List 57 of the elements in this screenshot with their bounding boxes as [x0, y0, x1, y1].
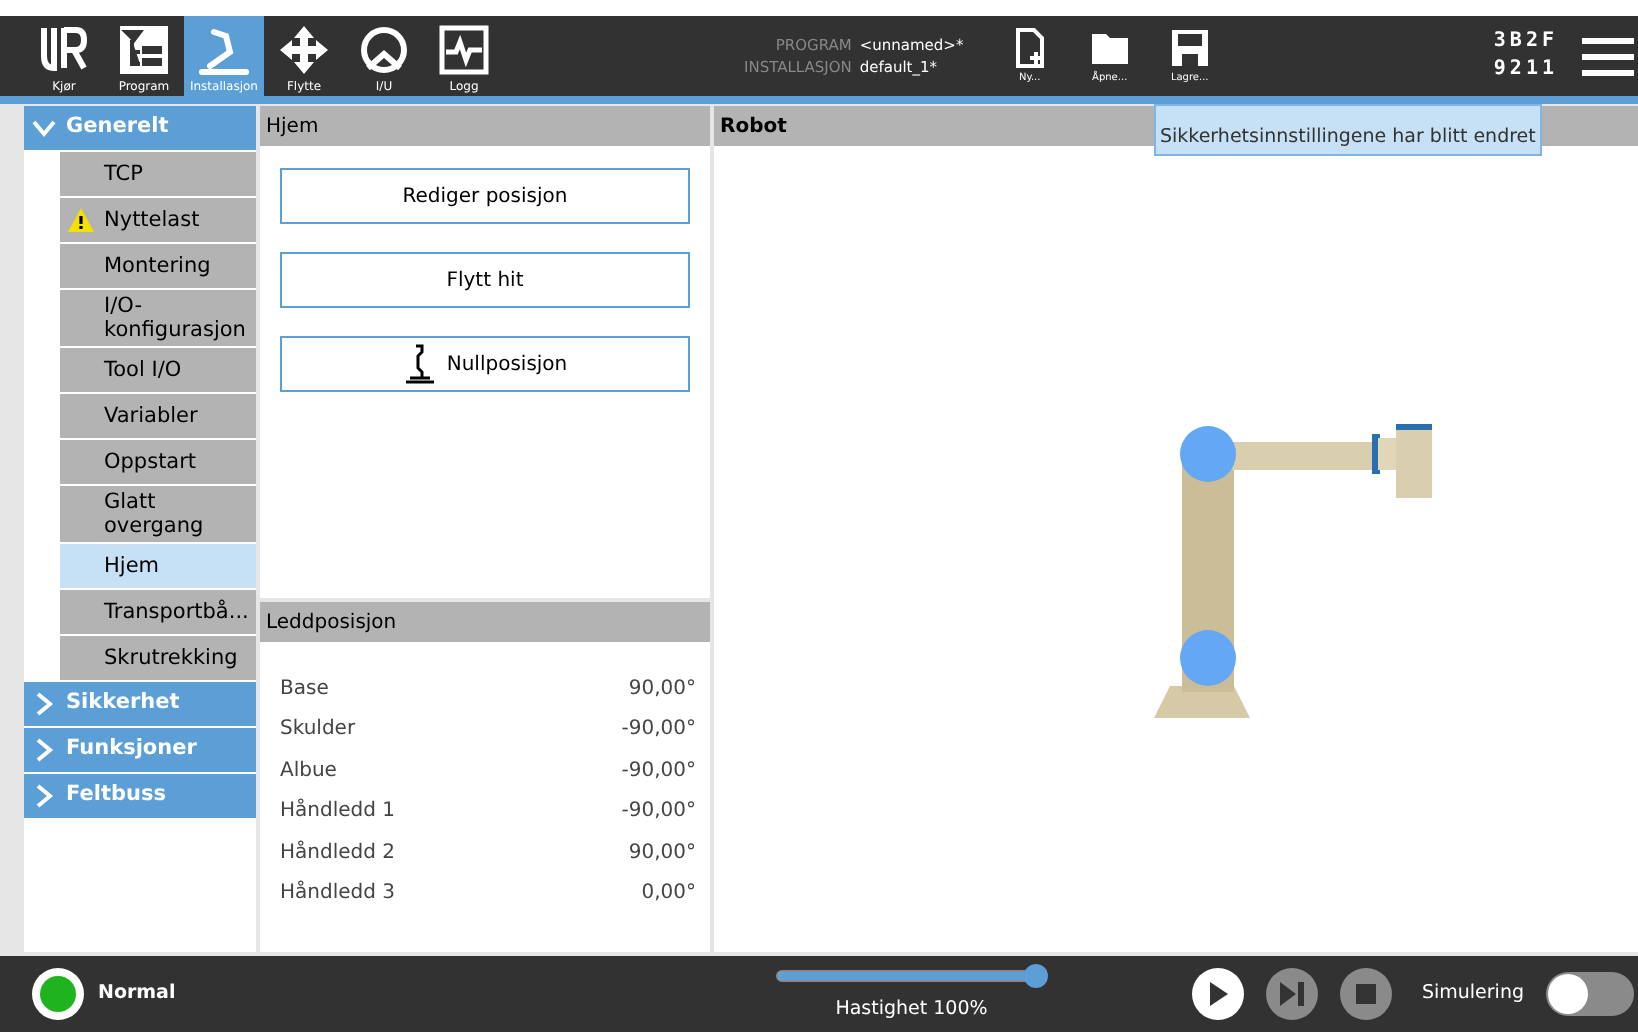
gauge-icon: [358, 24, 410, 76]
status-indicator-icon: [32, 968, 84, 1020]
nav-item[interactable]: Oppstart: [60, 440, 256, 484]
simulation-toggle[interactable]: [1546, 972, 1634, 1016]
serial-code: 9211: [1493, 56, 1558, 84]
nav-item[interactable]: Skrutrekking: [60, 636, 256, 680]
chevron-right-icon: [32, 692, 56, 716]
robot-home-icon: [402, 344, 439, 384]
stop-icon: [1355, 984, 1376, 1004]
slider-handle[interactable]: [1023, 963, 1048, 988]
action-button[interactable]: Nullposisjon: [280, 336, 690, 392]
panel-header: Leddposisjon: [260, 602, 710, 642]
move-arrows-icon: [278, 24, 330, 76]
simulation-label: Simulering: [1421, 979, 1524, 1008]
nav-item[interactable]: Hjem: [60, 544, 256, 588]
action-button[interactable]: Rediger posisjon: [280, 168, 690, 224]
joint-name: Skulder: [280, 716, 356, 745]
step-forward-icon: [1279, 982, 1304, 1006]
tooltip: Sikkerhetsinnstillingene har blitt endret: [1154, 104, 1542, 157]
joint-value: -90,00°: [621, 757, 696, 786]
speed-reading: Hastighet 100%: [835, 995, 988, 1024]
joint-value: -90,00°: [621, 798, 696, 827]
nav-item[interactable]: I/O- konfigurasjon: [60, 290, 256, 346]
play-button[interactable]: [1191, 968, 1244, 1020]
nav-item[interactable]: Glatt overgang: [60, 486, 256, 542]
joint-value: 90,00°: [628, 839, 696, 868]
joint-name: Håndledd 1: [280, 796, 395, 827]
speed-slider[interactable]: [775, 963, 1048, 988]
action-button[interactable]: Flytt hit: [280, 252, 690, 308]
chevron-right-icon: [32, 784, 56, 808]
waveform-icon: [438, 24, 490, 76]
panel-header: Hjem: [260, 106, 710, 146]
folder-icon: [1089, 28, 1130, 68]
joint-value: 90,00°: [628, 675, 696, 704]
stop-button[interactable]: [1339, 968, 1392, 1020]
nav-item[interactable]: Transportbå...: [60, 590, 256, 634]
robot-arm-icon: [198, 24, 250, 76]
joint-name: Håndledd 3: [280, 878, 395, 909]
nav-item[interactable]: Nyttelast: [60, 198, 256, 242]
chevron-right-icon: [32, 738, 56, 762]
nav-item[interactable]: TCP: [60, 152, 256, 196]
logo-icon: [38, 24, 90, 76]
status-text: Normal: [98, 979, 176, 1008]
serial-code: 3B2F: [1493, 28, 1558, 56]
nav-item[interactable]: Tool I/O: [60, 348, 256, 392]
joint-name: Base: [280, 675, 329, 704]
warning-icon: [68, 208, 94, 232]
nav-item[interactable]: Variabler: [60, 394, 256, 438]
joint-value: 0,00°: [641, 880, 696, 909]
joint-value: -90,00°: [621, 716, 696, 745]
play-icon: [1207, 982, 1228, 1006]
program-icon: [118, 24, 170, 76]
joint-name: Albue: [280, 757, 337, 786]
nav-item[interactable]: Montering: [60, 244, 256, 288]
step-button[interactable]: [1265, 968, 1318, 1020]
chevron-down-icon: [32, 116, 56, 140]
joint-name: Håndledd 2: [280, 838, 395, 868]
